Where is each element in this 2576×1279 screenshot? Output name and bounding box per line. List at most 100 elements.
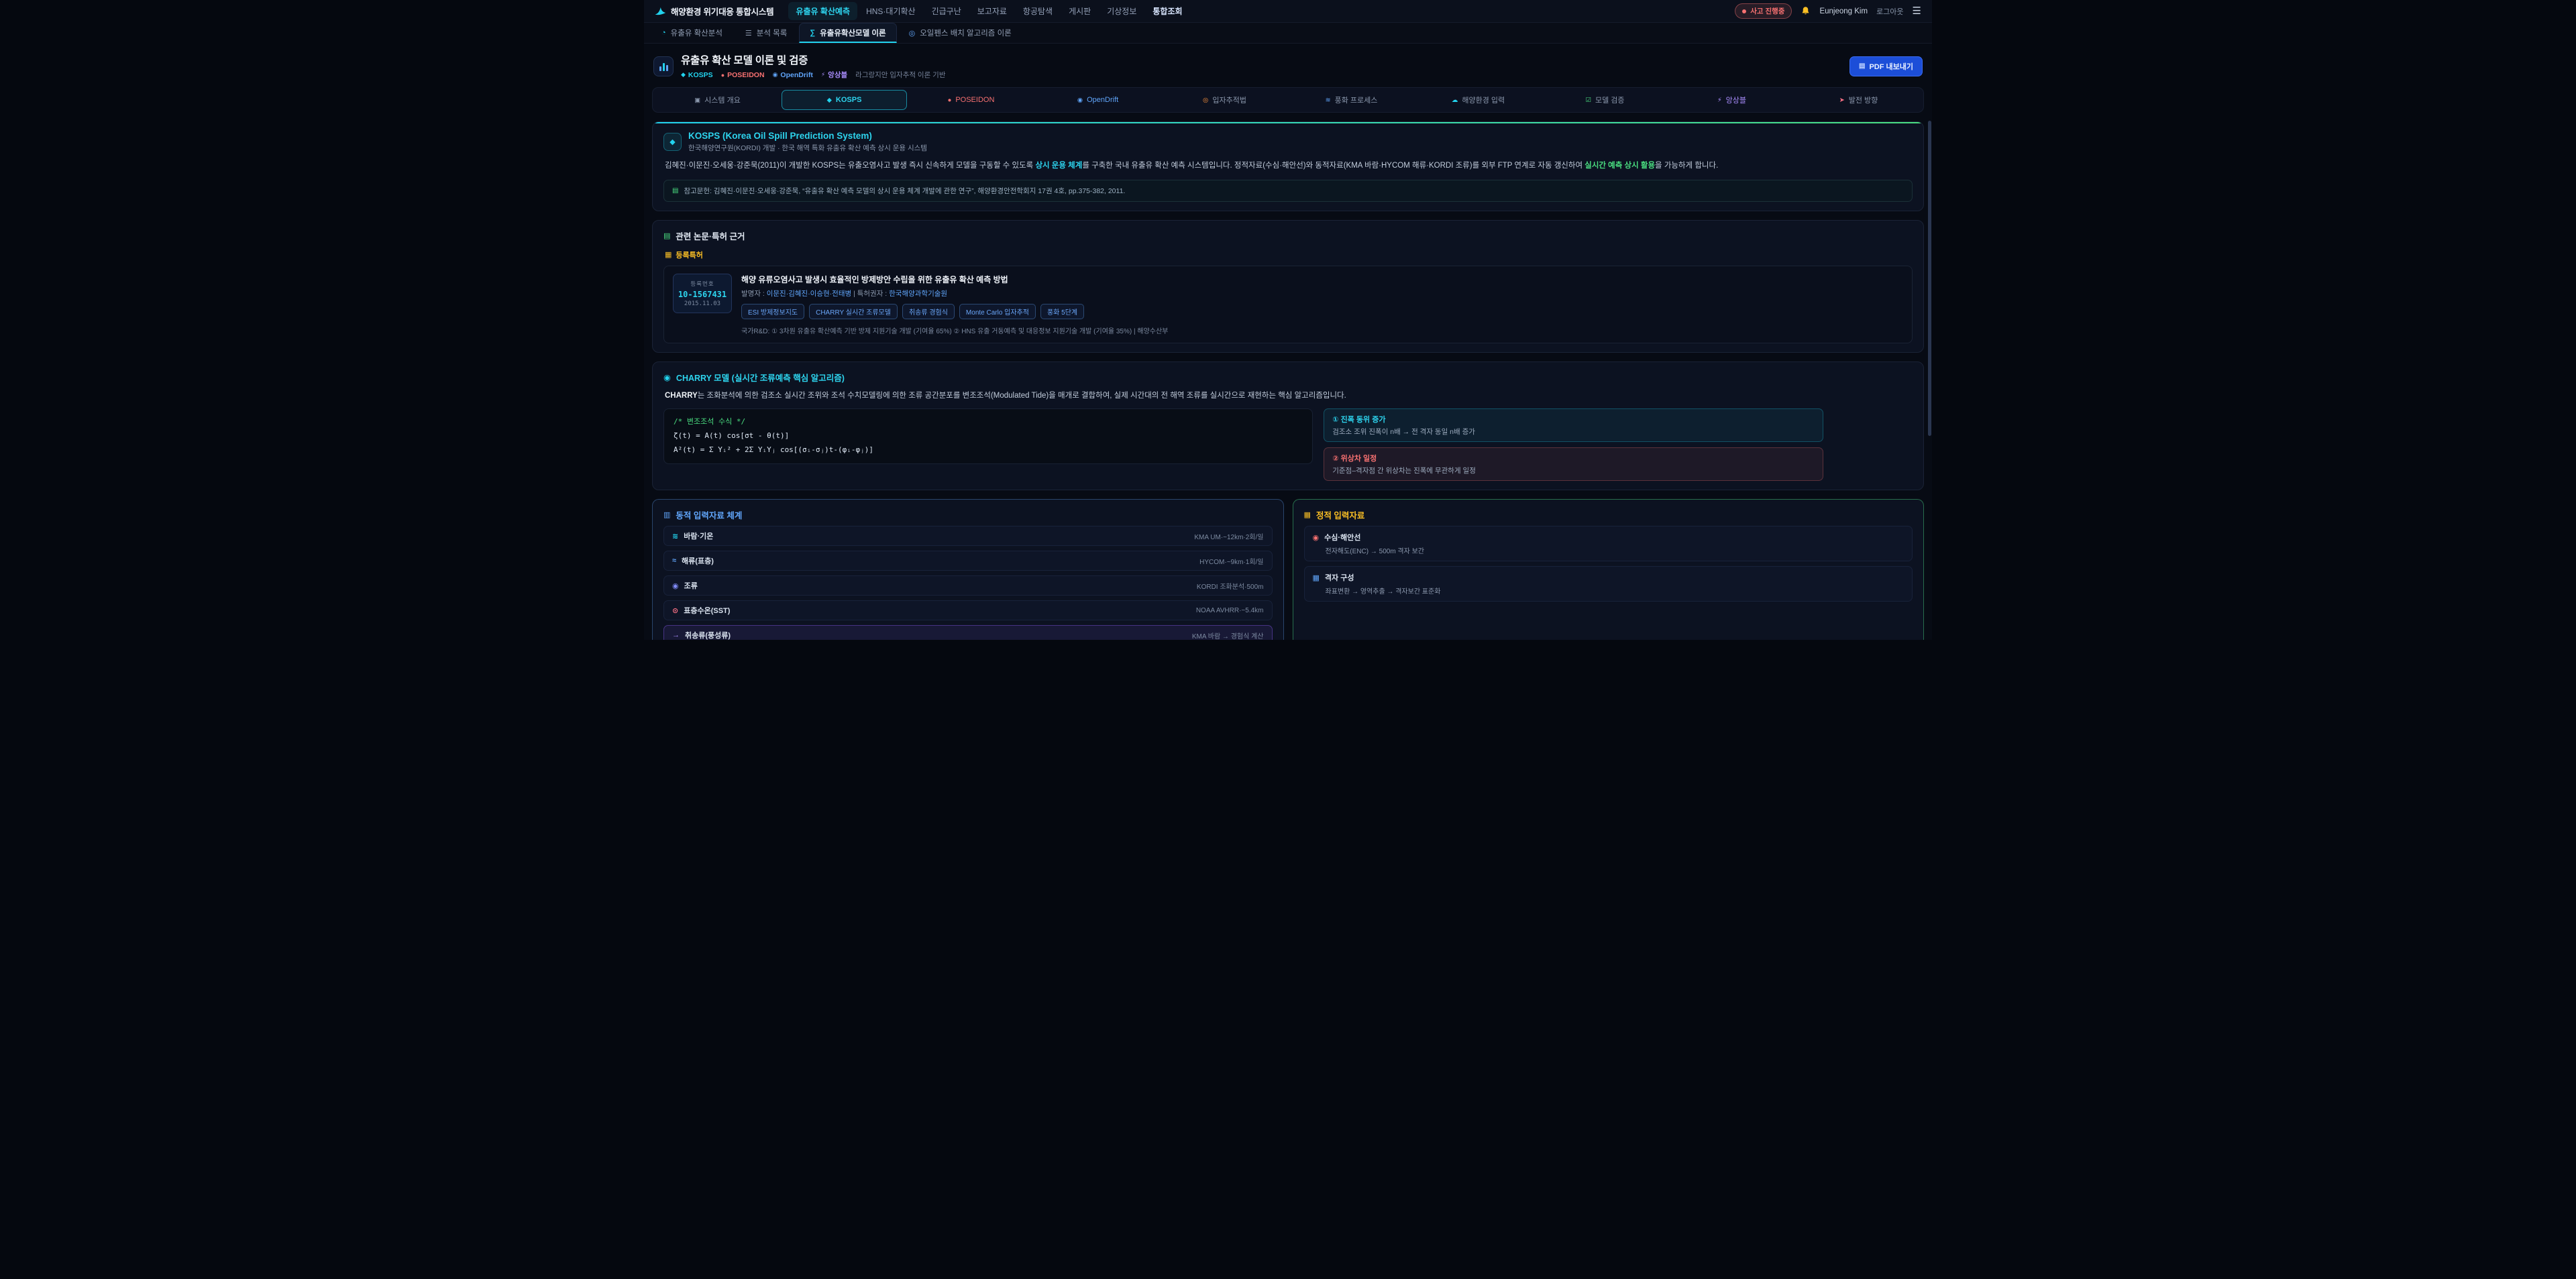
clipboard-icon: ▦ [665, 250, 672, 259]
nav-item-reports[interactable]: 보고자료 [970, 2, 1014, 20]
static-inputs-title: ▦ 정적 입력자료 [1304, 508, 1913, 521]
pdf-export-button[interactable]: ▤ PDF 내보내기 [1849, 56, 1923, 76]
check-icon: ☑ [1585, 97, 1591, 104]
tide-icon: ◉ [672, 581, 679, 590]
notification-bell-icon[interactable] [1801, 6, 1811, 16]
code-comment: /* 변조조석 수식 */ [674, 415, 1303, 429]
nav-item-hns[interactable]: HNS·대기확산 [859, 2, 923, 20]
modulated-tide-code: /* 변조조석 수식 */ ζ(t) = A(t) cos[σt - θ(t)]… [663, 408, 1313, 464]
code-line: ζ(t) = A(t) cos[σt - θ(t)] [674, 429, 1303, 443]
charry-callouts: ① 진폭 동위 증가 검조소 조위 진폭이 n배 → 전 격자 동일 n배 증가… [1324, 408, 1823, 481]
input-row-current: ≈해류(표층) HYCOM·~9km·1회/일 [663, 551, 1273, 571]
top-navigation: 해양환경 위기대응 통합시스템 유출유 확산예측 HNS·대기확산 긴급구난 보… [644, 0, 1932, 23]
tab-ensemble[interactable]: ⚡앙상블 [1669, 90, 1794, 110]
swirl-icon: ◉ [663, 372, 671, 382]
charry-code-column: /* 변조조석 수식 */ ζ(t) = A(t) cos[σt - θ(t)]… [663, 408, 1313, 464]
nav-item-aerial-search[interactable]: 항공탐색 [1016, 2, 1060, 20]
kosps-title: KOSPS (Korea Oil Spill Prediction System… [688, 131, 927, 141]
nav-item-rescue[interactable]: 긴급구난 [924, 2, 969, 20]
tab-particle-tracking[interactable]: ◎입자추적법 [1162, 90, 1287, 110]
nav-item-spill-prediction[interactable]: 유출유 확산예측 [788, 2, 857, 20]
nav-item-board[interactable]: 게시판 [1061, 2, 1098, 20]
patent-assignee: 한국해양과학기술원 [889, 290, 947, 298]
current-icon: ≈ [672, 557, 676, 565]
tag-monte-carlo[interactable]: Monte Carlo 입자추적 [959, 304, 1036, 319]
tag-esi-map[interactable]: ESI 방제정보지도 [741, 304, 804, 319]
incident-status-badge[interactable]: 사고 진행중 [1735, 3, 1792, 19]
input-row-sst: ⊙표층수온(SST) NOAA AVHRR·~5.4km [663, 600, 1273, 620]
tab-model-validation[interactable]: ☑모델 검증 [1542, 90, 1668, 110]
patent-title: 해양 유류오염사고 발생시 효율적인 방제방안 수립을 위한 유출유 확산 예측… [741, 274, 1903, 285]
ring-icon: ◉ [1077, 97, 1083, 104]
lightning-icon: ⚡ [821, 71, 825, 78]
chart-icon [653, 56, 674, 76]
cloud-icon: ☁ [1452, 97, 1458, 104]
wave-icon: ≋ [1326, 97, 1331, 104]
patent-number-label: 등록번호 [676, 280, 729, 288]
badge-ensemble: ⚡앙상블 [821, 70, 847, 80]
circle-icon: ● [948, 97, 952, 104]
reference-text: 참고문헌: 김혜진·이문진·오세웅·강준묵, “유출유 확산 예측 모델의 상시… [684, 186, 1125, 196]
highlight-realtime-use: 실시간 예측 상시 활용 [1585, 162, 1655, 170]
subtab-model-theory[interactable]: ∑ 유출유확산모델 이론 [799, 23, 896, 43]
badge-poseidon: ●POSEIDON [721, 71, 765, 79]
diamond-icon: ◆ [827, 97, 832, 104]
page-title: 유출유 확산 모델 이론 및 검증 [681, 52, 946, 67]
hamburger-menu-icon[interactable]: ☰ [1913, 6, 1921, 16]
tab-kosps[interactable]: ◆KOSPS [782, 90, 907, 110]
tag-charry-model[interactable]: CHARRY 실시간 조류모델 [809, 304, 898, 319]
patent-body: 해양 유류오염사고 발생시 효율적인 방제방안 수립을 위한 유출유 확산 예측… [741, 274, 1903, 335]
model-tab-strip: ▣시스템 개요 ◆KOSPS ●POSEIDON ◉OpenDrift ◎입자추… [652, 87, 1924, 113]
subtab-analysis-list[interactable]: ☰ 분석 목록 [735, 23, 798, 43]
scrollbar-thumb[interactable] [1928, 121, 1931, 436]
main-content: 유출유 확산 모델 이론 및 검증 ◆KOSPS ●POSEIDON ◉Open… [644, 44, 1932, 640]
kosps-description: 김혜진·이문진·오세웅·강준묵(2011)이 개발한 KOSPS는 유출오염사고… [665, 160, 1911, 172]
arrow-icon: → [672, 631, 680, 639]
tab-poseidon[interactable]: ●POSEIDON [908, 90, 1034, 110]
app-root: 해양환경 위기대응 통합시스템 유출유 확산예측 HNS·대기확산 긴급구난 보… [644, 0, 1932, 640]
papers-icon: ▤ [663, 231, 670, 240]
kosps-header: ◆ KOSPS (Korea Oil Spill Prediction Syst… [663, 131, 1913, 153]
incident-dot-icon [1742, 9, 1746, 13]
tag-weathering-5[interactable]: 풍화 5단계 [1040, 304, 1084, 319]
thermometer-icon: ⊙ [672, 606, 678, 615]
main-menu: 유출유 확산예측 HNS·대기확산 긴급구난 보고자료 항공탐색 게시판 기상정… [788, 2, 1189, 20]
patent-inventors: 이문진·김혜진·이승현·전태병 [767, 290, 851, 298]
kosps-section: ◆ KOSPS (Korea Oil Spill Prediction Syst… [652, 121, 1924, 211]
nav-item-integrated-search[interactable]: 통합조회 [1145, 2, 1189, 20]
lightning-icon: ⚡ [1717, 97, 1722, 104]
highlight-realtime-system: 상시 운용 체계 [1035, 162, 1082, 170]
tab-system-overview[interactable]: ▣시스템 개요 [655, 90, 780, 110]
charry-description: CHARRY는 조화분석에 의한 검조소 실시간 조위와 조석 수치모델링에 의… [665, 390, 1911, 402]
callout-amplitude: ① 진폭 동위 증가 검조소 조위 진폭이 n배 → 전 격자 동일 n배 증가 [1324, 408, 1823, 442]
patent-item: 등록번호 10-1567431 2015.11.03 해양 유류오염사고 발생시… [663, 266, 1913, 343]
monitor-icon: ▣ [694, 97, 700, 104]
callout-phase: ② 위상차 일정 기준점–격자점 간 위상차는 진폭에 무관하게 일정 [1324, 447, 1823, 481]
page-titles: 유출유 확산 모델 이론 및 검증 ◆KOSPS ●POSEIDON ◉Open… [681, 52, 946, 80]
dynamic-inputs-card: ▥ 동적 입력자료 체계 ≋바람·기온 KMA UM·~12km·2회/일 ≈해… [652, 499, 1284, 640]
tab-weathering[interactable]: ≋풍화 프로세스 [1289, 90, 1414, 110]
scatter-chart-icon: ◔ [661, 29, 666, 37]
reference-box: ▤ 참고문헌: 김혜진·이문진·오세웅·강준묵, “유출유 확산 예측 모델의 … [663, 180, 1913, 202]
national-rnd-note: 국가R&D: ① 3차원 유출유 확산예측 기반 방제 지원기술 개발 (기여율… [741, 325, 1903, 335]
tab-opendrift[interactable]: ◉OpenDrift [1035, 90, 1161, 110]
page-header: 유출유 확산 모델 이론 및 검증 ◆KOSPS ●POSEIDON ◉Open… [653, 52, 1923, 80]
logout-link[interactable]: 로그아웃 [1876, 6, 1903, 17]
subtab-spill-analysis[interactable]: ◔ 유출유 확산분석 [651, 23, 733, 43]
nav-item-weather[interactable]: 기상정보 [1099, 2, 1144, 20]
formula-icon: ∑ [810, 29, 815, 37]
code-line: A²(t) = Σ Yᵢ² + 2Σ YᵢYⱼ cos[(σᵢ-σⱼ)t-(φᵢ… [674, 443, 1303, 457]
tab-future-direction[interactable]: ➤발전 방향 [1796, 90, 1921, 110]
brand[interactable]: 해양환경 위기대응 통합시스템 [655, 5, 773, 17]
patent-date: 2015.11.03 [676, 300, 729, 307]
particle-icon: ◎ [1203, 97, 1208, 104]
input-data-columns: ▥ 동적 입력자료 체계 ≋바람·기온 KMA UM·~12km·2회/일 ≈해… [652, 499, 1924, 640]
brand-title: 해양환경 위기대응 통합시스템 [671, 5, 773, 17]
circle-icon: ● [721, 72, 724, 78]
tab-ocean-env-input[interactable]: ☁해양환경 입력 [1415, 90, 1541, 110]
grid-icon: ▦ [1313, 573, 1320, 582]
rocket-icon: ➤ [1839, 97, 1845, 104]
document-icon: ▤ [1859, 62, 1865, 70]
tag-wdc-formula[interactable]: 취송류 경험식 [902, 304, 955, 319]
subtab-oilfence-theory[interactable]: ◎ 오일펜스 배치 알고리즘 이론 [898, 23, 1022, 43]
